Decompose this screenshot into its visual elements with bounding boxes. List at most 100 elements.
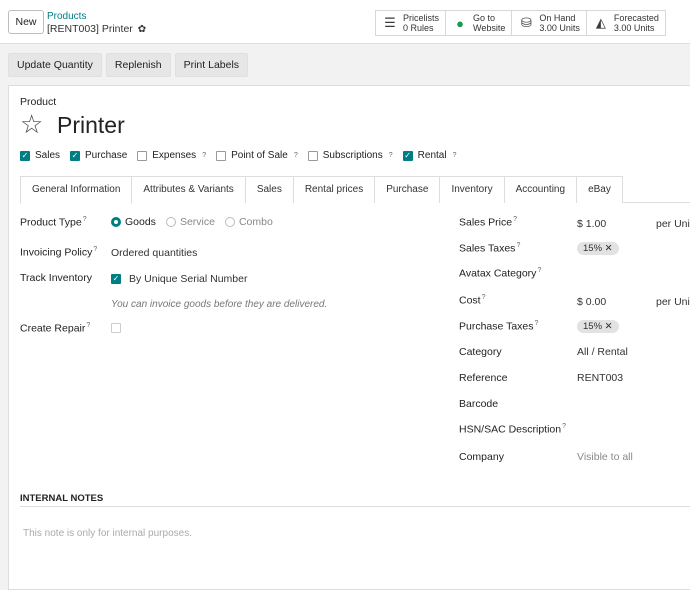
divider bbox=[20, 506, 690, 507]
forecasted-smart-button[interactable]: ◭ Forecasted 3.00 Units bbox=[586, 11, 666, 35]
globe-icon: ● bbox=[456, 15, 464, 31]
flag-sales[interactable]: ✓ Sales bbox=[20, 150, 60, 161]
radio-combo[interactable]: Combo bbox=[224, 216, 273, 228]
smart-label: Pricelists bbox=[403, 13, 440, 23]
sales-taxes-field[interactable]: 15% ✕ bbox=[577, 242, 619, 255]
invoicing-policy-select[interactable]: Ordered quantities bbox=[111, 247, 197, 259]
create-repair-checkbox[interactable] bbox=[111, 323, 121, 333]
breadcrumb-parent[interactable]: Products bbox=[47, 11, 86, 22]
tab-inventory[interactable]: Inventory bbox=[439, 176, 505, 203]
list-icon: ☰ bbox=[384, 15, 396, 30]
checkbox[interactable]: ✓ bbox=[70, 150, 81, 161]
smart-value: 0 Rules bbox=[403, 23, 434, 33]
flag-subscriptions[interactable]: Subscriptions? bbox=[307, 150, 393, 161]
print-labels-button[interactable]: Print Labels bbox=[174, 53, 249, 77]
category-label: Category bbox=[459, 346, 502, 358]
invoicing-policy-row: Invoicing Policy? bbox=[20, 246, 97, 259]
help-icon: ? bbox=[82, 216, 87, 223]
tab-accounting[interactable]: Accounting bbox=[503, 176, 578, 203]
smart-label: Go to bbox=[473, 13, 496, 23]
category-select[interactable]: All / Rental bbox=[577, 346, 628, 358]
internal-notes-editor[interactable]: This note is only for internal purposes. bbox=[23, 528, 192, 539]
tax-tag: 15% ✕ bbox=[577, 242, 619, 255]
create-repair-row: Create Repair? bbox=[20, 322, 90, 335]
checkbox[interactable] bbox=[307, 150, 318, 161]
flag-label: Expenses bbox=[152, 150, 197, 161]
avatax-label: Avatax Category bbox=[459, 267, 537, 280]
reference-input[interactable]: RENT003 bbox=[577, 372, 623, 384]
flag-label: Purchase bbox=[85, 150, 128, 161]
sales-taxes-label: Sales Taxes bbox=[459, 242, 516, 255]
tab-general-information[interactable]: General Information bbox=[20, 176, 133, 204]
help-icon: ? bbox=[516, 242, 521, 249]
radio-label: Service bbox=[179, 216, 215, 228]
tab-rental-prices[interactable]: Rental prices bbox=[292, 176, 376, 203]
help-icon: ? bbox=[513, 216, 518, 223]
checkbox[interactable] bbox=[216, 150, 227, 161]
tracking-select[interactable]: By Unique Serial Number bbox=[129, 273, 247, 285]
flag-label: Rental bbox=[417, 150, 447, 161]
product-name[interactable]: Printer bbox=[57, 112, 125, 139]
tax-tag: 15% ✕ bbox=[577, 320, 619, 333]
cost-input[interactable]: $ 0.00 bbox=[577, 296, 606, 308]
flag-label: Sales bbox=[35, 150, 61, 161]
new-button[interactable]: New bbox=[8, 10, 44, 34]
remove-tag-icon[interactable]: ✕ bbox=[605, 321, 613, 332]
checkbox[interactable]: ✓ bbox=[402, 150, 413, 161]
help-icon: ? bbox=[537, 267, 542, 274]
hsn-row: HSN/SAC Description? bbox=[459, 423, 566, 436]
radio-button[interactable] bbox=[111, 217, 121, 228]
help-icon: ? bbox=[452, 152, 457, 159]
sales-price-input[interactable]: $ 1.00 bbox=[577, 218, 606, 230]
flag-label: Subscriptions bbox=[322, 150, 383, 161]
avatax-row: Avatax Category? bbox=[459, 267, 541, 280]
checkbox[interactable] bbox=[137, 150, 148, 161]
radio-service[interactable]: Service bbox=[165, 216, 215, 228]
radio-button[interactable] bbox=[165, 217, 176, 228]
remove-tag-icon[interactable]: ✕ bbox=[605, 243, 613, 254]
flag-expenses[interactable]: Expenses? bbox=[137, 150, 206, 161]
pricelists-smart-button[interactable]: ☰ Pricelists 0 Rules bbox=[376, 11, 447, 35]
purchase-taxes-row: Purchase Taxes? bbox=[459, 320, 538, 333]
sales-price-unit: per Unit bbox=[656, 218, 690, 230]
purchase-taxes-field[interactable]: 15% ✕ bbox=[577, 320, 619, 333]
sales-price-row: Sales Price? bbox=[459, 216, 517, 229]
flag-purchase[interactable]: ✓ Purchase bbox=[70, 150, 127, 161]
product-type-radios: Goods Service Combo bbox=[111, 216, 273, 228]
track-inventory-checkbox[interactable]: ✓ bbox=[111, 274, 121, 284]
reference-label: Reference bbox=[459, 372, 508, 384]
breadcrumb-current-label: [RENT003] Printer bbox=[47, 23, 133, 35]
radio-goods[interactable]: Goods bbox=[111, 216, 156, 228]
hsn-label: HSN/SAC Description bbox=[459, 423, 562, 436]
help-icon: ? bbox=[534, 320, 539, 327]
smart-label: Forecasted bbox=[613, 13, 659, 23]
tab-sales[interactable]: Sales bbox=[244, 176, 294, 203]
help-icon: ? bbox=[202, 152, 207, 159]
cubes-icon: ⛁ bbox=[520, 15, 532, 30]
help-icon: ? bbox=[562, 423, 567, 430]
tab-purchase[interactable]: Purchase bbox=[374, 176, 441, 203]
gear-icon[interactable]: ✿ bbox=[138, 24, 146, 35]
on-hand-smart-button[interactable]: ⛁ On Hand 3.00 Units bbox=[512, 11, 587, 35]
update-quantity-button[interactable]: Update Quantity bbox=[8, 53, 102, 77]
smart-buttons: ☰ Pricelists 0 Rules ● Go to Website ⛁ On … bbox=[375, 10, 666, 36]
replenish-button[interactable]: Replenish bbox=[105, 53, 171, 77]
company-select[interactable]: Visible to all bbox=[577, 451, 633, 463]
checkbox[interactable]: ✓ bbox=[20, 150, 30, 161]
flag-rental[interactable]: ✓ Rental? bbox=[402, 150, 457, 161]
star-icon[interactable]: ☆ bbox=[20, 110, 43, 138]
tab-ebay[interactable]: eBay bbox=[576, 176, 623, 203]
barcode-label: Barcode bbox=[459, 398, 499, 410]
flag-point-of-sale[interactable]: Point of Sale? bbox=[216, 150, 298, 161]
tab-attributes-variants[interactable]: Attributes & Variants bbox=[131, 176, 246, 203]
breadcrumb-current: [RENT003] Printer ✿ bbox=[47, 23, 146, 35]
radio-button[interactable] bbox=[224, 217, 235, 228]
help-icon: ? bbox=[293, 152, 298, 159]
sales-taxes-row: Sales Taxes? bbox=[459, 242, 520, 255]
product-type-row: Product Type? bbox=[20, 216, 87, 229]
smart-label: On Hand bbox=[539, 13, 576, 23]
product-type-label: Product Type bbox=[20, 216, 82, 229]
company-label: Company bbox=[459, 451, 504, 463]
cost-row: Cost? bbox=[459, 294, 486, 307]
website-smart-button[interactable]: ● Go to Website bbox=[446, 11, 513, 35]
